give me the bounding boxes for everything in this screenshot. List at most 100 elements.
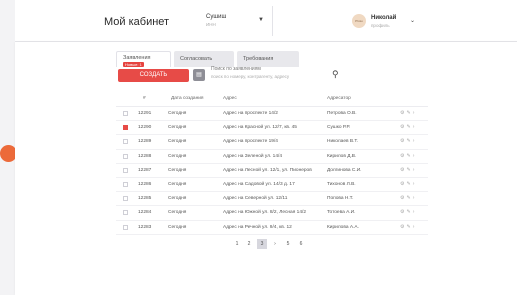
- table-row[interactable]: 12287 Сегодня Адрес на Лесной ул. 12/1, ул…: [116, 164, 428, 178]
- row-person: Попова Н.Т.: [327, 196, 354, 202]
- row-checkbox[interactable]: [123, 125, 128, 131]
- row-person: Тотоева А.И.: [327, 210, 356, 216]
- row-address: Адрес на Южной ул. 8/2, Лесная 14/2: [223, 210, 306, 216]
- filter-button[interactable]: ▤: [193, 69, 205, 81]
- col-date[interactable]: Дата создания: [171, 96, 204, 101]
- row-actions: ⚙✎›: [400, 138, 416, 144]
- search-hint: поиск по номеру, контрагенту, адресу: [211, 74, 290, 79]
- chevron-right-icon[interactable]: ›: [413, 195, 417, 201]
- row-number: 12284: [138, 210, 152, 216]
- row-number: 12287: [138, 167, 152, 173]
- chevron-right-icon[interactable]: ›: [413, 167, 417, 173]
- table-row[interactable]: 12284 Сегодня Адрес на Южной ул. 8/2, Лесн…: [116, 206, 428, 221]
- table-row[interactable]: 12288 Сегодня Адрес на Зеленой ул. 14/4 Кир…: [116, 150, 428, 164]
- tab-label: Заявления: [123, 55, 151, 61]
- row-date: Сегодня: [168, 139, 187, 145]
- row-address: Адрес на Лесной ул. 12/1, ул. Пионеров: [223, 167, 312, 173]
- row-checkbox[interactable]: [123, 111, 128, 116]
- row-checkbox[interactable]: [123, 167, 128, 173]
- page-6[interactable]: 6: [296, 239, 306, 249]
- row-number: 12291: [138, 111, 152, 116]
- row-person: Петрова О.В.: [327, 111, 357, 116]
- header-divider: [272, 6, 273, 36]
- company-switcher[interactable]: Сушиш ИНН: [206, 13, 226, 29]
- search-input[interactable]: Поиск по заявлениям поиск по номеру, кон…: [211, 66, 341, 84]
- user-subtitle: профиль: [371, 23, 390, 28]
- row-address: Адрес на Северной ул. 12/11: [223, 196, 288, 202]
- row-number: 12285: [138, 196, 152, 202]
- col-person[interactable]: Адресатор: [327, 96, 351, 101]
- page-1[interactable]: 1: [232, 239, 242, 249]
- add-button[interactable]: СОЗДАТЬ: [118, 69, 189, 82]
- page-5[interactable]: 5: [283, 239, 293, 249]
- row-date: Сегодня: [168, 210, 187, 216]
- row-number: 12283: [138, 224, 152, 230]
- row-checkbox[interactable]: [123, 181, 128, 187]
- table-row[interactable]: 12289 Сегодня Адрес на проспекте 19/4 Никол…: [116, 135, 428, 150]
- page-3[interactable]: 3: [257, 239, 267, 249]
- chevron-right-icon[interactable]: ›: [413, 153, 417, 159]
- row-actions: ⚙✎›: [400, 110, 416, 116]
- row-checkbox[interactable]: [123, 224, 128, 230]
- row-actions: ⚙✎›: [400, 124, 416, 130]
- page-title: Мой кабинет: [104, 16, 170, 28]
- row-address: Адрес на Речной ул. 9/4, кв. 12: [223, 224, 292, 230]
- chevron-down-icon[interactable]: ▼: [258, 17, 264, 23]
- row-number: 12286: [138, 181, 152, 187]
- row-actions: ⚙✎›: [400, 181, 416, 187]
- row-checkbox[interactable]: [123, 153, 128, 159]
- table-row[interactable]: 12285 Сегодня Адрес на Северной ул. 12/11 П…: [116, 192, 428, 207]
- table-row[interactable]: 12290 Сегодня Адрес на Красной ул. 12/7, к…: [116, 121, 428, 136]
- row-date: Сегодня: [168, 181, 187, 187]
- user-menu[interactable]: Николай профиль: [371, 15, 396, 29]
- row-date: Сегодня: [168, 153, 187, 159]
- table-row[interactable]: 12291 Сегодня Адрес на проспекте 14/2 Петро…: [116, 107, 428, 122]
- row-address: Адрес на проспекте 19/4: [223, 139, 278, 145]
- row-actions: ⚙✎›: [400, 167, 416, 173]
- chevron-right-icon[interactable]: ›: [413, 224, 417, 230]
- search-placeholder: Поиск по заявлениям: [211, 66, 261, 72]
- row-person: Сушко Р.Р.: [327, 125, 351, 131]
- row-person: Кирилова А.А.: [327, 224, 359, 230]
- requests-table: # Дата создания Адрес Адресатор 12291 Сег…: [116, 92, 428, 235]
- table-header: # Дата создания Адрес Адресатор: [116, 92, 428, 107]
- next-page-button[interactable]: ›: [270, 239, 280, 249]
- row-date: Сегодня: [168, 224, 187, 230]
- table-row[interactable]: 12286 Сегодня Адрес на Садовой ул. 14/3 д.…: [116, 178, 428, 193]
- row-checkbox[interactable]: [123, 139, 128, 145]
- tab-demands[interactable]: Требования: [237, 51, 299, 67]
- table-row[interactable]: 12283 Сегодня Адрес на Речной ул. 9/4, кв.…: [116, 221, 428, 235]
- chevron-right-icon[interactable]: ›: [413, 138, 417, 144]
- chevron-down-icon[interactable]: ⌄: [410, 17, 415, 24]
- chevron-right-icon[interactable]: ›: [413, 209, 417, 215]
- row-actions: ⚙✎›: [400, 153, 416, 159]
- company-subtitle: ИНН: [206, 22, 216, 27]
- tab-approve[interactable]: Согласовать: [174, 51, 234, 67]
- row-number: 12290: [138, 125, 152, 131]
- row-person: Кирилов Д.В.: [327, 153, 357, 159]
- avatar[interactable]: Photo: [352, 14, 366, 28]
- page-2[interactable]: 2: [244, 239, 254, 249]
- row-checkbox[interactable]: [123, 196, 128, 202]
- col-address[interactable]: Адрес: [223, 96, 237, 101]
- tab-label: Требования: [243, 56, 274, 62]
- row-actions: ⚙✎›: [400, 209, 416, 215]
- col-number[interactable]: #: [143, 96, 146, 101]
- row-person: Тихонов Л.В.: [327, 181, 356, 187]
- filter-icon: ▤: [196, 72, 202, 78]
- row-actions: ⚙✎›: [400, 224, 416, 230]
- row-date: Сегодня: [168, 111, 187, 116]
- company-name: Сушиш: [206, 14, 227, 20]
- row-date: Сегодня: [168, 196, 187, 202]
- chevron-right-icon[interactable]: ›: [413, 181, 417, 187]
- row-checkbox[interactable]: [123, 210, 128, 216]
- tab-requests[interactable]: Заявления Новые: 1: [116, 51, 171, 67]
- row-date: Сегодня: [168, 167, 187, 173]
- row-person: Долгинова С.И.: [327, 167, 362, 173]
- chevron-right-icon[interactable]: ›: [413, 110, 417, 116]
- row-address: Адрес на Красной ул. 12/7, кв. 45: [223, 125, 297, 131]
- chevron-right-icon[interactable]: ›: [413, 124, 417, 130]
- row-address: Адрес на Садовой ул. 14/3 д. 17: [223, 181, 295, 187]
- search-icon[interactable]: ⚲: [332, 70, 339, 79]
- user-name: Николай: [371, 15, 397, 21]
